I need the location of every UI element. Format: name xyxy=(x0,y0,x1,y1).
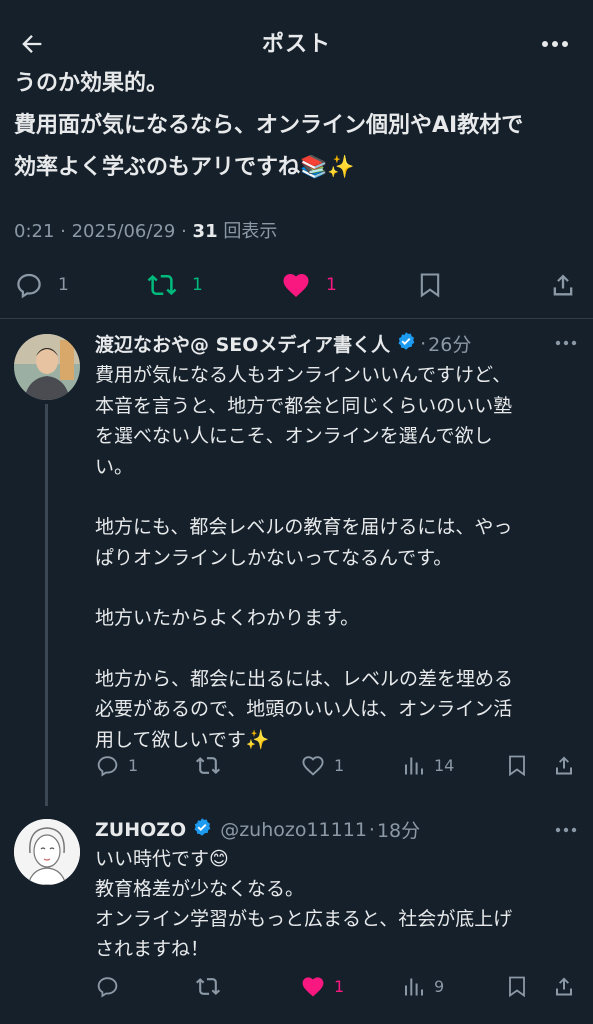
heart-filled-icon xyxy=(302,977,324,997)
reply-header: 渡辺なおや@ SEOメディア書く人 · 26分 xyxy=(95,330,471,357)
like-button[interactable]: 1 xyxy=(300,974,344,999)
main-action-bar: 1 1 1 xyxy=(0,262,593,308)
more-horizontal-icon xyxy=(555,827,577,833)
like-count: 1 xyxy=(326,275,337,295)
like-count: 1 xyxy=(334,977,345,996)
thread-connector xyxy=(45,404,48,806)
reply-time: 26分 xyxy=(428,334,472,356)
share-icon xyxy=(556,756,572,775)
repost-icon xyxy=(147,274,177,296)
reply-line: 地方いたからよくわかります。 xyxy=(95,607,360,629)
separator-dot: · xyxy=(368,818,375,841)
reply-time: 18分 xyxy=(376,820,421,842)
views-chart-icon xyxy=(405,757,423,775)
share-button[interactable] xyxy=(549,270,577,300)
like-button[interactable]: 1 xyxy=(300,753,344,778)
reply-line: 必要があるので、地頭のいい人は、オンライン活 xyxy=(95,698,513,720)
author-handle[interactable]: @zuhozo11111 xyxy=(220,819,367,841)
reply-line: いい時代です😊 xyxy=(95,848,229,870)
more-button[interactable] xyxy=(537,28,573,60)
post-meta: 0:21 · 2025/06/29 · 31 回表示 xyxy=(14,221,278,242)
reply-text: 費用が気になる人もオンラインいいんですけど、 本音を言うと、地方で都会と同じくら… xyxy=(95,360,580,755)
reply-line: い。 xyxy=(95,455,134,478)
heart-outline-icon xyxy=(302,756,324,776)
bookmark-button[interactable] xyxy=(416,270,444,300)
more-horizontal-icon xyxy=(542,41,568,47)
views-chart-icon xyxy=(405,978,423,996)
reply-line xyxy=(95,482,580,512)
reply-line: ぱりオンラインしかないってなるんです。 xyxy=(95,546,453,569)
reply-action-bar: 1 1 14 xyxy=(0,751,593,781)
heart-filled-icon xyxy=(283,274,309,297)
bookmark-icon xyxy=(509,755,525,777)
like-button[interactable]: 1 xyxy=(280,270,337,300)
author-name[interactable]: 渡辺なおや@ SEOメディア書く人 xyxy=(95,330,390,357)
reply-line: されますね！ xyxy=(95,938,210,960)
repost-count: 1 xyxy=(192,275,203,295)
reply-line xyxy=(95,573,580,603)
reply-line: 費用が気になる人もオンラインいいんですけど、 xyxy=(95,364,512,386)
reply-header: ZUHOZO @zuhozo11111 · 18分 xyxy=(95,816,420,843)
reply-more-button[interactable] xyxy=(555,819,577,838)
verified-badge-icon xyxy=(192,817,212,842)
page-title: ポスト xyxy=(261,32,331,57)
reply-item[interactable]: ZUHOZO @zuhozo11111 · 18分 いい時代です😊 教育格差が少… xyxy=(0,813,593,1024)
user-avatar-icon xyxy=(14,819,80,885)
views-button[interactable]: 9 xyxy=(402,974,444,999)
like-count: 1 xyxy=(334,756,345,775)
bookmark-button[interactable] xyxy=(505,974,529,999)
reply-line: 本音を言うと、地方で都会と同じくらいのいい塾 xyxy=(95,394,513,417)
avatar[interactable] xyxy=(14,334,80,400)
reply-icon xyxy=(97,756,118,777)
share-icon xyxy=(556,977,572,996)
more-horizontal-icon xyxy=(555,340,577,346)
repost-button[interactable]: 1 xyxy=(146,270,203,300)
reply-action-bar: 1 9 xyxy=(0,972,593,1002)
bookmark-button[interactable] xyxy=(505,753,529,778)
share-icon xyxy=(553,274,573,296)
author-name[interactable]: ZUHOZO xyxy=(95,819,186,841)
avatar[interactable] xyxy=(14,819,80,885)
post-line: うのか効果的。 xyxy=(14,71,169,96)
reply-line: を選べない人にこそ、オンラインを選んで欲し xyxy=(95,425,493,447)
post-line: 効率よく学ぶのもアリですね📚✨ xyxy=(14,155,355,180)
reply-text: いい時代です😊 教育格差が少なくなる。 オンライン学習がもっと広まると、社会が底… xyxy=(95,844,580,964)
reply-line: 地方から、都会に出るには、レベルの差を埋める xyxy=(95,667,514,690)
verified-badge-icon xyxy=(396,331,416,356)
reply-icon xyxy=(97,977,118,998)
post-time: 0:21 xyxy=(14,221,55,242)
post-line: 費用面が気になるなら、オンライン個別やAI教材で xyxy=(14,113,524,138)
bookmark-icon xyxy=(509,976,525,998)
views-label: 回表示 xyxy=(223,221,278,242)
reply-button[interactable] xyxy=(95,974,128,999)
views-count: 9 xyxy=(434,977,445,996)
reply-more-button[interactable] xyxy=(555,332,577,351)
post-date: 2025/06/29 xyxy=(71,221,176,242)
repost-button[interactable] xyxy=(195,974,229,999)
repost-icon xyxy=(196,978,220,995)
views-count: 31 xyxy=(192,221,218,242)
reply-line: 地方にも、都会レベルの教育を届けるには、やっ xyxy=(95,516,513,538)
reply-item[interactable]: 渡辺なおや@ SEOメディア書く人 · 26分 費用が気になる人もオンラインいい… xyxy=(0,318,593,813)
separator-dot: · xyxy=(420,332,427,355)
views-count: 14 xyxy=(434,756,455,775)
reply-button[interactable]: 1 xyxy=(14,270,69,300)
reply-line: オンライン学習がもっと広まると、社会が底上げ xyxy=(95,908,513,930)
repost-icon xyxy=(196,757,220,774)
main-post-text: うのか効果的。 費用面が気になるなら、オンライン個別やAI教材で 効率よく学ぶの… xyxy=(14,63,584,189)
user-avatar-icon xyxy=(14,334,80,400)
reply-button[interactable]: 1 xyxy=(95,753,138,778)
share-button[interactable] xyxy=(552,974,576,999)
share-button[interactable] xyxy=(552,753,576,778)
reply-icon xyxy=(17,273,41,299)
reply-count: 1 xyxy=(128,756,139,775)
bookmark-icon xyxy=(420,273,440,298)
reply-count: 1 xyxy=(58,275,69,295)
repost-button[interactable] xyxy=(195,753,229,778)
reply-line xyxy=(95,634,580,664)
reply-line: 教育格差が少なくなる。 xyxy=(95,878,305,900)
views-button[interactable]: 14 xyxy=(402,753,454,778)
